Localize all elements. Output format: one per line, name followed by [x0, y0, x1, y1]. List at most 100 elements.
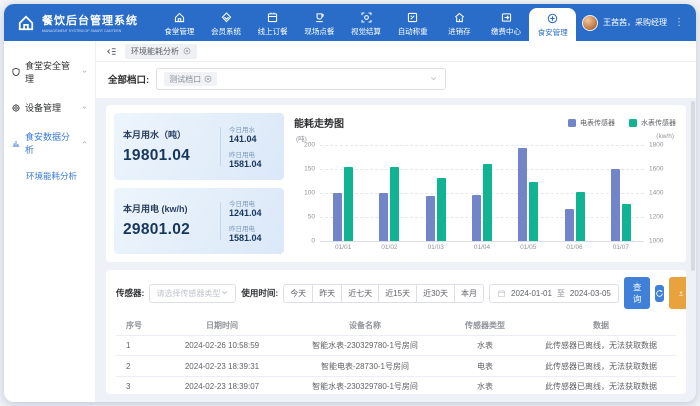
- table-cell: 智能水表-230329780-1号房间: [286, 376, 444, 394]
- table-cell: 水表: [444, 376, 526, 394]
- bar-水表传感器: [437, 178, 446, 241]
- x-axis-labels: 01/0101/0201/0301/0401/0501/0601/07: [320, 241, 644, 254]
- chevron-down-icon: [220, 284, 229, 302]
- nav-item-canteen[interactable]: 食堂管理: [156, 4, 203, 41]
- table-cell: 智能水表-230329780-1号房间: [286, 336, 444, 356]
- x-tick-label: 01/02: [366, 241, 412, 254]
- table-cell: 此传感器已离线，无法获取数据: [526, 336, 676, 356]
- sensor-type-select[interactable]: 请选择传感器类型: [149, 284, 236, 303]
- refresh-button[interactable]: [655, 285, 664, 302]
- user-menu-dots-icon[interactable]: ⋮: [672, 17, 686, 28]
- quick-range-button[interactable]: 近七天: [341, 284, 379, 303]
- table-row: 12024-02-26 10:58:59智能水表-230329780-1号房间水…: [116, 336, 676, 356]
- quick-range-button[interactable]: 昨天: [312, 284, 342, 303]
- user-area: 王茜茜，采购经理 ⋮: [576, 4, 696, 41]
- bar-水表传感器: [622, 204, 631, 241]
- export-button[interactable]: 导出: [669, 277, 686, 309]
- x-tick-label: 01/06: [551, 241, 597, 254]
- nav-item-auto-weigh[interactable]: 自动称重: [389, 4, 436, 41]
- stat-detail-value: 1581.04: [229, 159, 275, 169]
- axis-tick: 1800: [649, 142, 663, 149]
- bar-电表传感器: [565, 209, 574, 241]
- payment-icon: [500, 11, 513, 24]
- quick-range-button[interactable]: 本月: [454, 284, 484, 303]
- stall-tag-close-icon[interactable]: [204, 75, 212, 83]
- tab-close-icon[interactable]: [183, 47, 191, 55]
- main-area: 环境能耗分析 全部档口: 测试档口 本月用水（吨）19801.04今日用水141…: [96, 41, 696, 402]
- sensor-data-card: 传感器: 请选择传感器类型 使用时间: 今天昨天近七天近15天近30天本月 20…: [106, 270, 686, 394]
- quick-range-button[interactable]: 今天: [283, 284, 313, 303]
- sidebar-item[interactable]: 设备管理: [4, 93, 95, 122]
- right-y-axis: 18001600140012001000: [644, 145, 676, 241]
- nav-item-inventory[interactable]: 进销存: [436, 4, 483, 41]
- nav-item-label: 现场点餐: [304, 26, 334, 37]
- table-cell: 3: [116, 376, 158, 394]
- query-row: 传感器: 请选择传感器类型 使用时间: 今天昨天近七天近15天近30天本月 20…: [116, 277, 676, 309]
- vertical-scrollbar[interactable]: [691, 101, 695, 271]
- quick-range-button[interactable]: 近30天: [416, 284, 455, 303]
- stat-detail-label: 今日用水: [229, 124, 275, 134]
- bar-水表传感器: [576, 192, 585, 241]
- bar-电表传感器: [333, 193, 342, 241]
- sensor-filter-label: 传感器:: [116, 287, 144, 299]
- date-range-picker[interactable]: 2024-01-01 至 2024-03-05: [489, 284, 619, 303]
- date-separator: 至: [557, 288, 565, 299]
- chart-title: 能耗走势图: [294, 115, 344, 130]
- date-end: 2024-03-05: [570, 289, 611, 298]
- stat-detail-label: 昨日用电: [229, 149, 275, 159]
- x-tick-label: 01/04: [459, 241, 505, 254]
- safety-icon: [11, 67, 21, 77]
- legend-label: 电表传感器: [580, 118, 615, 128]
- chevron-down-icon: [81, 67, 88, 77]
- stat-detail-value: 1241.04: [229, 208, 275, 218]
- time-filter-label: 使用时间:: [241, 287, 278, 299]
- sidebar-item-label: 食堂安全管理: [25, 59, 77, 85]
- sidebar-item[interactable]: 食安数据分析: [4, 122, 95, 164]
- bar-group: [505, 145, 551, 241]
- bar-group: [320, 145, 366, 241]
- top-nav: 食堂管理会员系统线上订餐 现场点餐视觉结算自动称重进销存缴费中心食安管理: [156, 4, 576, 41]
- user-name: 王茜茜，采购经理: [603, 17, 667, 28]
- x-tick-label: 01/01: [320, 241, 366, 254]
- stat-title: 本月用水（吨）: [123, 128, 212, 141]
- member-icon: [220, 11, 233, 24]
- sidebar: 食堂安全管理设备管理食安数据分析环境能耗分析: [4, 41, 96, 402]
- quick-range-group: 今天昨天近七天近15天近30天本月: [283, 284, 484, 303]
- menu-fold-icon[interactable]: [106, 46, 117, 57]
- stall-select[interactable]: 测试档口: [156, 68, 446, 90]
- tab-environment-energy[interactable]: 环境能耗分析: [125, 44, 197, 59]
- stat-value: 29801.02: [123, 221, 212, 239]
- nav-item-vision-checkout[interactable]: 视觉结算: [343, 4, 390, 41]
- canteen-icon: [173, 11, 186, 24]
- nav-item-label: 线上订餐: [258, 26, 288, 37]
- stat-card: 本月用水（吨）19801.04今日用水141.04昨日用电1581.04: [114, 113, 284, 180]
- nav-item-online-order[interactable]: 线上订餐: [249, 4, 296, 41]
- device-icon: [11, 103, 21, 113]
- stall-filter-row: 全部档口: 测试档口: [96, 62, 696, 98]
- legend-swatch: [568, 119, 576, 127]
- bar-电表传感器: [426, 196, 435, 241]
- tab-label: 环境能耗分析: [131, 46, 179, 57]
- stat-card: 本月用电 (kw/h)29801.02今日用电1241.04昨日用电1581.0…: [114, 188, 284, 255]
- sidebar-item-label: 食安数据分析: [25, 130, 77, 156]
- chevron-down-icon: [81, 68, 88, 75]
- table-cell: 1: [116, 336, 158, 356]
- search-button[interactable]: 查询: [624, 277, 651, 309]
- nav-item-food-safety[interactable]: 食安管理: [529, 8, 576, 41]
- sidebar-item[interactable]: 食堂安全管理: [4, 51, 95, 93]
- nav-item-member[interactable]: 会员系统: [203, 4, 250, 41]
- nav-item-onsite-order[interactable]: 现场点餐: [296, 4, 343, 41]
- table-cell: 此传感器已离线，无法获取数据: [526, 376, 676, 394]
- bar-电表传感器: [611, 169, 620, 241]
- stat-detail-label: 昨日用电: [229, 223, 275, 233]
- nav-item-label: 食安管理: [538, 27, 568, 38]
- app-window: 餐饮后台管理系统 MANAGEMENT SYSTEM OF SMART CANT…: [4, 4, 696, 402]
- table-cell: 2024-02-23 18:39:31: [158, 356, 286, 376]
- legend-item[interactable]: 水表传感器: [629, 118, 676, 128]
- quick-range-button[interactable]: 近15天: [378, 284, 417, 303]
- nav-item-payment[interactable]: 缴费中心: [483, 4, 530, 41]
- legend-item[interactable]: 电表传感器: [568, 118, 615, 128]
- stat-title: 本月用电 (kw/h): [123, 202, 212, 215]
- bar-group: [413, 145, 459, 241]
- sidebar-subitem[interactable]: 环境能耗分析: [4, 164, 95, 188]
